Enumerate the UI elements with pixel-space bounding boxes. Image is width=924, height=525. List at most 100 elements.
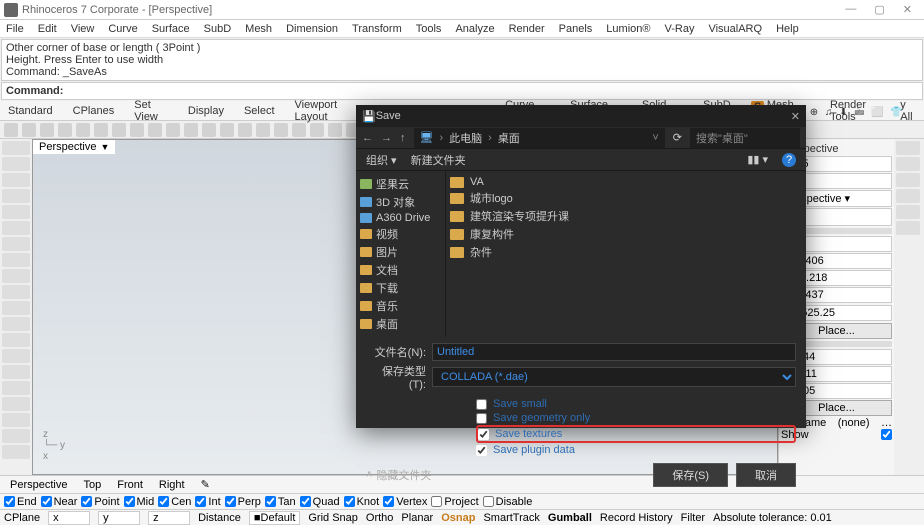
tool-icon[interactable] — [2, 429, 30, 443]
menu-item[interactable]: View — [71, 23, 95, 35]
view-toggle-icon[interactable]: ▮▮ ▾ — [747, 153, 768, 166]
folder-tree[interactable]: 坚果云 3D 对象 A360 Drive 视频 图片 文档 下载 音乐 桌面 — [356, 171, 446, 337]
folder-item[interactable]: 建筑渲染专项提升课 — [450, 207, 802, 225]
tool-icon[interactable] — [256, 123, 270, 137]
menu-item[interactable]: V-Ray — [664, 23, 694, 35]
filetype-select[interactable]: COLLADA (*.dae) — [432, 367, 796, 387]
menu-item[interactable]: Transform — [352, 23, 402, 35]
view-tab[interactable]: Front — [117, 479, 143, 491]
osnap-vertex[interactable] — [383, 496, 394, 507]
osnap-perp[interactable] — [225, 496, 236, 507]
tool-icon[interactable] — [148, 123, 162, 137]
menu-item[interactable]: Surface — [152, 23, 190, 35]
tool-icon[interactable] — [292, 123, 306, 137]
tool-icon[interactable] — [166, 123, 180, 137]
menu-item[interactable]: Panels — [559, 23, 593, 35]
tool-icon[interactable] — [2, 237, 30, 251]
osnap-mid[interactable] — [124, 496, 135, 507]
status-item[interactable]: Gumball — [548, 512, 592, 524]
tool-icon[interactable] — [202, 123, 216, 137]
osnap-tan[interactable] — [265, 496, 276, 507]
osnap-quad[interactable] — [300, 496, 311, 507]
folder-item[interactable]: 杂件 — [450, 243, 802, 261]
path-bar[interactable]: 🖥 › 此电脑 › 桌面 ˅ — [414, 128, 665, 148]
menu-item[interactable]: Dimension — [286, 23, 338, 35]
file-list[interactable]: VA 城市logo 建筑渲染专项提升课 康复构件 杂件 — [446, 171, 806, 337]
new-folder-button[interactable]: 新建文件夹 — [411, 152, 466, 168]
osnap-cen[interactable] — [158, 496, 169, 507]
tool-icon[interactable] — [22, 123, 36, 137]
tool-icon[interactable] — [2, 205, 30, 219]
save-small-checkbox[interactable] — [476, 399, 487, 410]
minimize-button[interactable]: — — [845, 3, 856, 16]
command-input[interactable]: Command: — [1, 82, 923, 100]
tool-icon[interactable] — [2, 221, 30, 235]
tool-icon[interactable] — [2, 141, 30, 155]
menu-item[interactable]: Edit — [38, 23, 57, 35]
tool-icon[interactable] — [274, 123, 288, 137]
status-item[interactable]: SmartTrack — [483, 512, 539, 524]
menu-item[interactable]: VisualARQ — [708, 23, 762, 35]
nav-forward-button[interactable]: → — [381, 132, 392, 144]
nav-up-button[interactable]: ↑ — [400, 132, 406, 144]
tool-icon[interactable] — [2, 397, 30, 411]
status-item[interactable]: Grid Snap — [308, 512, 358, 524]
tab[interactable]: Set View — [134, 99, 168, 123]
status-item[interactable]: Osnap — [441, 512, 475, 524]
menu-item[interactable]: Help — [776, 23, 799, 35]
status-item[interactable]: Planar — [401, 512, 433, 524]
refresh-button[interactable]: ⟳ — [673, 131, 682, 144]
save-plugin-checkbox[interactable] — [476, 445, 487, 456]
menu-item[interactable]: Tools — [416, 23, 442, 35]
folder-item[interactable]: 康复构件 — [450, 225, 802, 243]
hide-folders-toggle[interactable]: ˄隐藏文件夹 — [366, 467, 431, 483]
browse-button[interactable]: … — [881, 417, 892, 429]
tool-icon[interactable] — [896, 141, 920, 155]
tab[interactable]: Select — [244, 105, 275, 117]
tool-icon[interactable] — [76, 123, 90, 137]
maximize-button[interactable]: ▢ — [874, 3, 884, 16]
tool-icon[interactable] — [2, 349, 30, 363]
save-textures-checkbox[interactable] — [478, 429, 489, 440]
osnap-int[interactable] — [195, 496, 206, 507]
save-button[interactable]: 保存(S) — [653, 463, 728, 487]
view-tab[interactable]: Right — [159, 479, 185, 491]
chevron-down-icon[interactable]: ▼ — [100, 142, 109, 152]
status-item[interactable]: Record History — [600, 512, 673, 524]
status-item[interactable]: Filter — [681, 512, 705, 524]
osnap-disable[interactable] — [483, 496, 494, 507]
menu-item[interactable]: Analyze — [455, 23, 494, 35]
osnap-near[interactable] — [41, 496, 52, 507]
organize-button[interactable]: 组织 ▾ — [366, 152, 397, 168]
tool-icon[interactable] — [896, 221, 920, 235]
osnap-end[interactable] — [4, 496, 15, 507]
menu-item[interactable]: Curve — [108, 23, 137, 35]
tool-icon[interactable] — [2, 333, 30, 347]
dialog-close-button[interactable]: ✕ — [791, 110, 800, 123]
osnap-project[interactable] — [431, 496, 442, 507]
tool-icon[interactable] — [310, 123, 324, 137]
view-tab[interactable]: Perspective — [10, 479, 67, 491]
tool-icon[interactable] — [2, 317, 30, 331]
viewport-tab[interactable]: Perspective▼ — [33, 140, 115, 154]
tab[interactable]: CPlanes — [73, 105, 115, 117]
nav-back-button[interactable]: ← — [362, 132, 373, 144]
osnap-point[interactable] — [81, 496, 92, 507]
tab[interactable]: Viewport Layout — [295, 99, 356, 123]
status-item[interactable]: Ortho — [366, 512, 394, 524]
tool-icon[interactable] — [94, 123, 108, 137]
tool-icon[interactable] — [220, 123, 234, 137]
tool-icon[interactable] — [2, 381, 30, 395]
help-icon[interactable]: ? — [782, 153, 796, 167]
tool-icon[interactable] — [238, 123, 252, 137]
tool-icon[interactable] — [896, 205, 920, 219]
osnap-knot[interactable] — [344, 496, 355, 507]
tool-icon[interactable] — [2, 253, 30, 267]
show-checkbox[interactable] — [881, 429, 892, 440]
tool-icon[interactable] — [896, 157, 920, 171]
tab[interactable]: Standard — [8, 105, 53, 117]
tool-icon[interactable] — [2, 157, 30, 171]
folder-item[interactable]: 城市logo — [450, 189, 802, 207]
view-tab[interactable]: Top — [83, 479, 101, 491]
tool-icon[interactable] — [4, 123, 18, 137]
